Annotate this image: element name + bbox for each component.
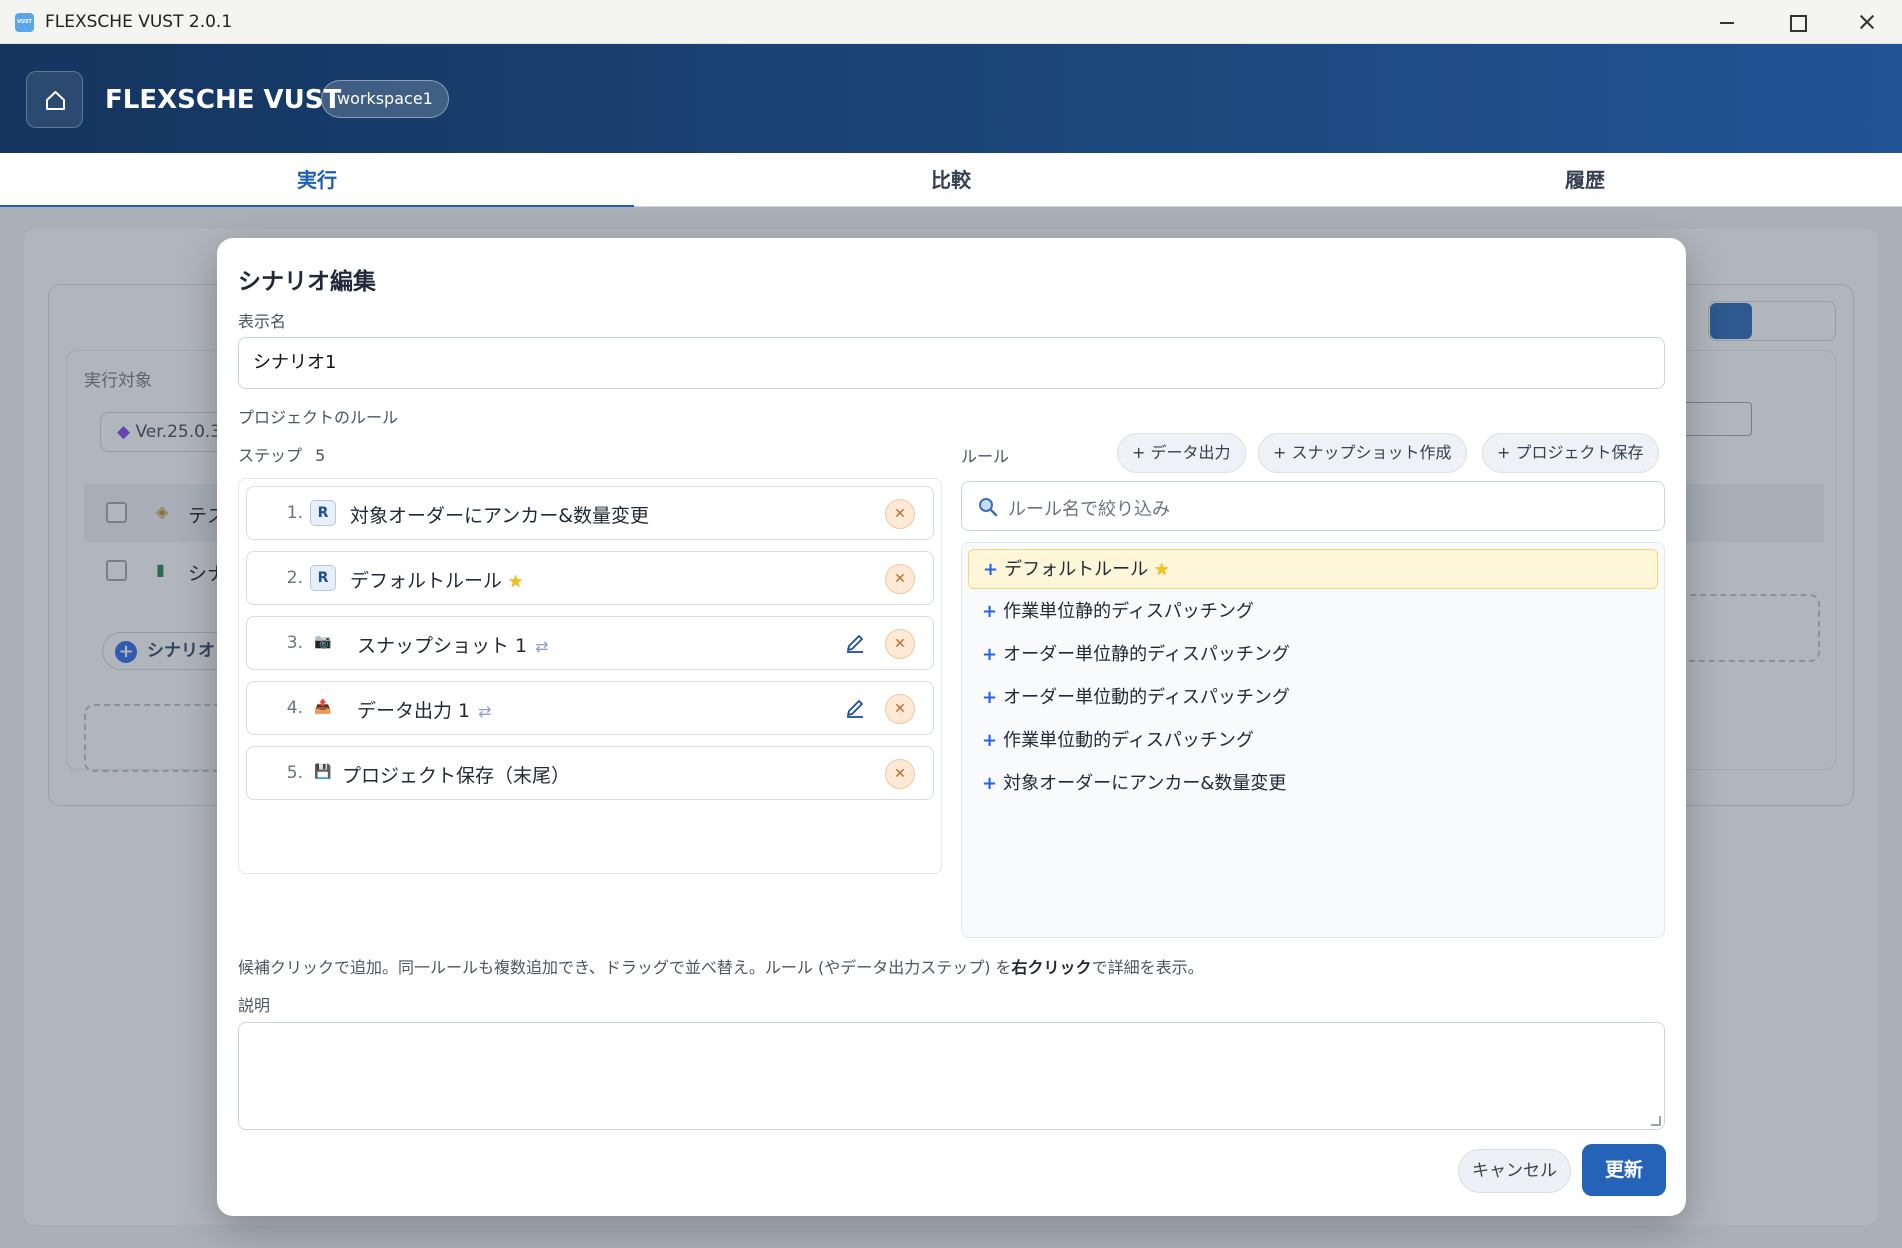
remove-step-button[interactable]: ✕ [885,564,915,594]
edit-pencil-icon[interactable] [843,696,867,720]
rule-candidate[interactable]: + 対象オーダーにアンカー&数量変更 [968,764,1658,804]
export-icon: 📤 [314,699,332,715]
step-item[interactable]: 5. 💾 プロジェクト保存（末尾） ✕ [246,746,934,800]
tab-compare-label: 比較 [931,168,971,192]
rule-candidate[interactable]: + オーダー単位静的ディスパッチング [968,635,1658,675]
hint-text: 候補クリックで追加。同一ルールも複数追加でき、ドラッグで並べ替え。ルール (やデ… [238,958,1012,977]
rule-search-input[interactable]: ルール名で絞り込み [961,481,1665,531]
hint-bold: 右クリック [1011,958,1092,977]
star-icon: ★ [508,572,524,592]
tab-execute[interactable]: 実行 [0,153,634,208]
window-title: FLEXSCHE VUST 2.0.1 [45,12,233,32]
maximize-button[interactable] [1762,0,1832,44]
app-icon: VUST [15,13,34,32]
step-item[interactable]: 4. 📤 データ出力 1 ⇄ ✕ [246,681,934,735]
remove-step-button[interactable]: ✕ [885,759,915,789]
step-number: 1. [286,503,303,523]
steps-label: ステップ [238,446,303,465]
plus-icon: + [982,730,998,751]
remove-step-button[interactable]: ✕ [885,629,915,659]
home-icon [46,91,65,110]
plus-icon: + [982,687,998,708]
steps-header: ステップ 5 [238,442,325,466]
step-label: デフォルトルール [350,570,503,592]
workspace-chip[interactable]: workspace1 [321,80,449,118]
tab-history[interactable]: 履歴 [1268,153,1902,207]
add-snapshot-button[interactable]: + スナップショット作成 [1258,433,1467,473]
camera-icon: 📷 [314,634,332,650]
step-label-wrap: デフォルトルール ★ [350,566,523,593]
minimize-button[interactable] [1692,0,1762,44]
rule-label: オーダー単位動的ディスパッチング [1003,687,1290,708]
tab-execute-label: 実行 [297,168,337,192]
main-tabs: 実行 比較 履歴 [0,153,1902,208]
rule-label: 対象オーダーにアンカー&数量変更 [1003,773,1287,794]
remove-step-button[interactable]: ✕ [885,499,915,529]
home-button[interactable] [26,71,83,128]
rule-candidate[interactable]: + デフォルトルール ★ [968,549,1658,589]
window-titlebar: VUST FLEXSCHE VUST 2.0.1 [0,0,1902,44]
cancel-button[interactable]: キャンセル [1458,1149,1571,1193]
rule-label: デフォルトルール [1004,559,1149,580]
rules-label: ルール [961,447,1010,466]
step-label: プロジェクト保存（末尾） [342,765,571,787]
add-project-save-button[interactable]: + プロジェクト保存 [1482,433,1659,473]
remove-step-button[interactable]: ✕ [885,694,915,724]
close-window-button[interactable] [1832,0,1902,44]
description-label: 説明 [238,996,271,1015]
display-name-input[interactable]: シナリオ1 [238,337,1665,389]
search-icon [979,498,998,517]
dialog-title: シナリオ編集 [238,269,376,295]
app-header: FLEXSCHE VUST workspace1 [0,44,1902,153]
swap-icon: ⇄ [535,637,549,656]
rule-candidates-list: + デフォルトルール ★ + 作業単位静的ディスパッチング + オーダー単位静的ディスパ… [961,542,1665,938]
step-label-wrap: データ出力 1 ⇄ [357,696,492,723]
rule-candidate[interactable]: + 作業単位静的ディスパッチング [968,592,1658,632]
step-number: 3. [286,633,303,653]
display-name-label: 表示名 [238,312,287,331]
resize-grip-icon[interactable] [1651,1116,1661,1126]
app-title: FLEXSCHE VUST [105,85,342,115]
search-placeholder: ルール名で絞り込み [1008,499,1170,520]
step-number: 5. [286,763,303,783]
rule-label: オーダー単位静的ディスパッチング [1003,644,1290,665]
step-label: スナップショット 1 [357,635,528,657]
tab-history-label: 履歴 [1565,168,1605,192]
rule-badge-icon: R [310,565,336,591]
step-label-wrap: スナップショット 1 ⇄ [357,631,549,658]
scenario-edit-dialog: シナリオ編集 表示名 シナリオ1 プロジェクトのルール ステップ 5 1. R … [217,238,1686,1216]
steps-list: 1. R 対象オーダーにアンカー&数量変更 ✕ 2. R デフォルトルール ★ ✕… [238,478,942,874]
save-disk-icon: 💾 [314,764,332,780]
step-label: データ出力 1 [357,700,471,722]
swap-icon: ⇄ [478,702,492,721]
step-item[interactable]: 3. 📷 スナップショット 1 ⇄ ✕ [246,616,934,670]
update-button[interactable]: 更新 [1582,1144,1666,1196]
edit-pencil-icon[interactable] [843,631,867,655]
step-item[interactable]: 1. R 対象オーダーにアンカー&数量変更 ✕ [246,486,934,540]
rule-candidate[interactable]: + オーダー単位動的ディスパッチング [968,678,1658,718]
description-textarea[interactable] [238,1022,1665,1130]
plus-icon: + [982,644,998,665]
star-icon: ★ [1154,560,1170,580]
rule-candidate[interactable]: + 作業単位動的ディスパッチング [968,721,1658,761]
step-number: 2. [286,568,303,588]
plus-icon: + [982,773,998,794]
rule-label: 作業単位動的ディスパッチング [1003,730,1254,751]
tab-compare[interactable]: 比較 [634,153,1268,207]
rule-label: 作業単位静的ディスパッチング [1003,601,1254,622]
add-data-output-button[interactable]: + データ出力 [1117,433,1246,473]
step-item[interactable]: 2. R デフォルトルール ★ ✕ [246,551,934,605]
step-label: 対象オーダーにアンカー&数量変更 [350,505,650,527]
plus-icon: + [982,601,998,622]
hint-text-end: で詳細を表示。 [1091,958,1204,977]
plus-icon: + [983,559,999,580]
usage-hint: 候補クリックで追加。同一ルールも複数追加でき、ドラッグで並べ替え。ルール (やデ… [238,954,1204,978]
steps-count: 5 [315,446,326,465]
step-number: 4. [286,698,303,718]
project-rules-label: プロジェクトのルール [238,408,399,427]
rule-badge-icon: R [310,500,336,526]
